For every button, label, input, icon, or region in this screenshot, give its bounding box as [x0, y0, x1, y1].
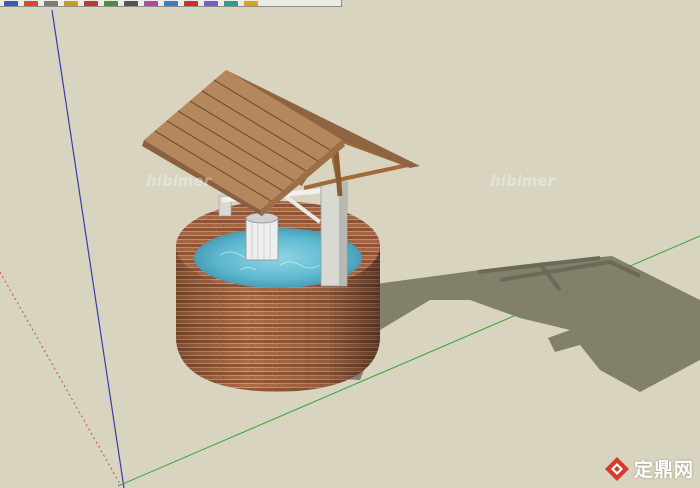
paint-tool-icon[interactable] [44, 1, 58, 6]
move-tool-icon[interactable] [144, 1, 158, 6]
brand-name: 定鼎网 [633, 459, 694, 481]
rectangle-tool-icon[interactable] [104, 1, 118, 6]
pencil-tool-icon[interactable] [64, 1, 78, 6]
push-pull-tool-icon[interactable] [124, 1, 138, 6]
brand-logo: 定鼎网 [604, 455, 694, 482]
diamond-logo-icon [604, 456, 629, 481]
red-axis-line [0, 271, 121, 485]
select-tool-icon[interactable] [4, 1, 18, 6]
eraser-tool-icon[interactable] [24, 1, 38, 6]
pan-tool-icon[interactable] [224, 1, 238, 6]
zoom-tool-icon[interactable] [244, 1, 258, 6]
3d-viewport[interactable]: hibimer hibimer [0, 8, 700, 488]
orbit-tool-icon[interactable] [204, 1, 218, 6]
offset-tool-icon[interactable] [184, 1, 198, 6]
well-model-scene: hibimer hibimer [0, 9, 700, 488]
well-bucket [245, 217, 279, 261]
watermark-right: hibimer [490, 172, 557, 190]
watermark-left: hibimer [146, 172, 213, 190]
sketchup-toolbar [0, 0, 342, 7]
arc-tool-icon[interactable] [84, 1, 98, 6]
rotate-tool-icon[interactable] [164, 1, 178, 6]
blue-axis-line [51, 9, 125, 488]
